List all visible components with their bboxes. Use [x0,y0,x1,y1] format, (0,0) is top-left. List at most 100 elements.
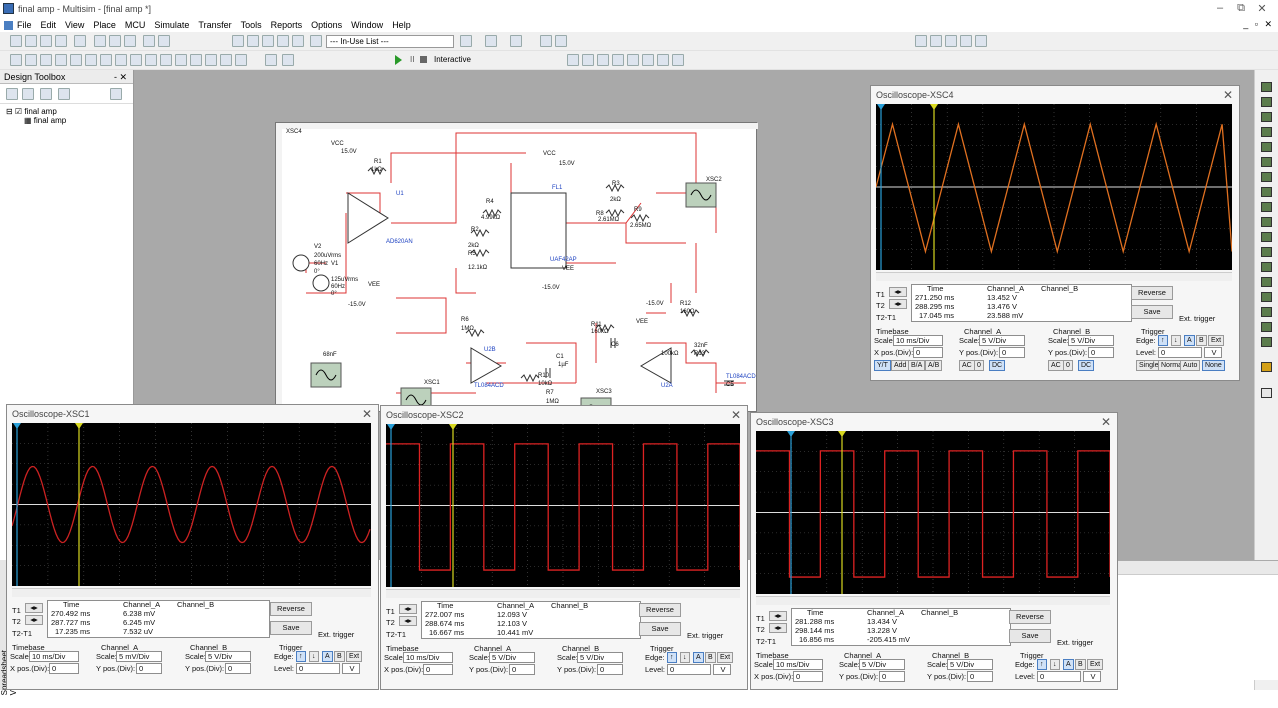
xsc4-chb-scale-field[interactable]: 5 V/Div [1068,335,1114,346]
zoom-in-icon[interactable] [915,35,927,47]
agilent-multimeter-icon[interactable] [1261,307,1272,317]
xsc2-edge-falling-button[interactable]: ↓ [680,652,690,663]
menu-file[interactable]: File [17,20,32,30]
menu-place[interactable]: Place [93,20,116,30]
zoom-fit-icon[interactable] [960,35,972,47]
network-analyzer-icon[interactable] [1261,277,1272,287]
xsc3-chb-scale-field[interactable]: 5 V/Div [947,659,993,670]
xsc4-add-button[interactable]: Add [891,360,910,371]
xsc3-level-field[interactable]: 0 [1037,671,1081,682]
pause-icon[interactable]: II [410,55,414,64]
menu-edit[interactable]: Edit [41,20,57,30]
xsc3-level-unit[interactable]: V [1083,671,1101,682]
xsc2-cursor-t2-handle[interactable] [449,424,457,430]
menu-options[interactable]: Options [311,20,342,30]
spectrum-analyzer-icon[interactable] [1261,262,1272,272]
xsc3-cha-ypos-field[interactable]: 0 [879,671,905,682]
xsc3-trigger-a-button[interactable]: A [1063,659,1074,670]
xsc4-trigger-ext-button[interactable]: Ext [1208,335,1225,346]
xsc4-cursor-t2-handle[interactable] [930,104,938,110]
place-misc-icon[interactable] [175,54,187,66]
place-wire-icon[interactable] [282,54,294,66]
menu-tools[interactable]: Tools [241,20,262,30]
xsc1-level-field[interactable]: 0 [296,663,340,674]
xsc1-cursor-t2-handle[interactable] [75,423,83,429]
place-electromech-icon[interactable] [220,54,232,66]
zoom-area-icon[interactable] [945,35,957,47]
copy-icon[interactable] [109,35,121,47]
xsc2-chb-ypos-field[interactable]: 0 [597,664,623,675]
xsc3-trigger-ext-button[interactable]: Ext [1087,659,1104,670]
xsc3-t2-arrows[interactable]: ◂▸ [769,623,787,633]
xsc2-edge-rising-button[interactable]: ↑ [667,652,677,663]
place-rf-icon[interactable] [205,54,217,66]
xsc4-cha-scale-field[interactable]: 5 V/Div [979,335,1025,346]
xsc4-level-field[interactable]: 0 [1158,347,1202,358]
xsc4-auto-button[interactable]: Auto [1180,360,1201,371]
xsc2-level-field[interactable]: 0 [667,664,711,675]
xsc4-chb-zero-button[interactable]: 0 [1063,360,1073,371]
four-channel-scope-icon[interactable] [1261,142,1272,152]
stop-icon[interactable] [420,56,427,63]
probe-settings-icon[interactable] [672,54,684,66]
xsc1-t1-arrows[interactable]: ◂▸ [25,603,43,613]
restore-icon[interactable]: ⧉ [1231,2,1251,15]
menu-help[interactable]: Help [392,20,411,30]
menu-mcu[interactable]: MCU [125,20,146,30]
xsc4-ba-button[interactable]: B/A [908,360,926,371]
xsc4-chb-ac-button[interactable]: AC [1048,360,1064,371]
xsc4-reverse-button[interactable]: Reverse [1131,286,1173,300]
frequency-counter-icon[interactable] [1261,172,1272,182]
toolbox-open-icon[interactable] [22,88,34,100]
interactive-mode-label[interactable]: Interactive [434,55,471,64]
open-icon[interactable] [25,35,37,47]
probe-current-icon[interactable] [597,54,609,66]
spreadsheet-toggle-icon[interactable] [247,35,259,47]
xsc4-screen[interactable] [876,104,1232,270]
xsc1-edge-falling-button[interactable]: ↓ [309,651,319,662]
xsc3-edge-falling-button[interactable]: ↓ [1050,659,1060,670]
oscilloscope-icon[interactable] [1261,127,1272,137]
resistor-r10[interactable] [520,373,540,383]
mdi-window-buttons[interactable]: _ ▫ ✕ [1243,19,1274,30]
forward-annotate-icon[interactable] [510,35,522,47]
oscilloscope-xsc2-window[interactable]: Oscilloscope-XSC2 ✕ T1 T2 T2-T1 ◂▸ ◂▸ Time Chann… [380,405,748,690]
xsc4-edge-falling-button[interactable]: ↓ [1171,335,1181,346]
place-indicator-icon[interactable] [145,54,157,66]
xsc3-save-button[interactable]: Save [1009,629,1051,643]
xsc1-trigger-ext-button[interactable]: Ext [346,651,363,662]
xsc1-save-button[interactable]: Save [270,621,312,635]
erc-icon[interactable] [460,35,472,47]
in-use-list-select[interactable]: --- In-Use List --- [326,35,454,48]
xsc1-chb-ypos-field[interactable]: 0 [225,663,251,674]
place-analog-icon[interactable] [70,54,82,66]
toolbox-save-icon[interactable] [40,88,52,100]
xsc4-cha-ypos-field[interactable]: 0 [999,347,1025,358]
place-mcu-icon[interactable] [115,54,127,66]
multimeter-icon[interactable] [1261,82,1272,92]
function-generator-icon[interactable] [1261,97,1272,107]
place-diode-icon[interactable] [40,54,52,66]
xsc4-t2-arrows[interactable]: ◂▸ [889,299,907,309]
xsc2-trigger-a-button[interactable]: A [693,652,704,663]
place-connector-icon[interactable] [235,54,247,66]
xsc4-none-button[interactable]: None [1202,360,1225,371]
xsc3-edge-rising-button[interactable]: ↑ [1037,659,1047,670]
place-bus-icon[interactable] [265,54,277,66]
probe-voltage-icon[interactable] [582,54,594,66]
xsc4-timebase-scale-field[interactable]: 10 ms/Div [893,335,943,346]
help-icon[interactable] [555,35,567,47]
xsc1-level-unit[interactable]: V [342,663,360,674]
paste-icon[interactable] [124,35,136,47]
postprocessor-icon[interactable] [277,35,289,47]
xsc4-cha-dc-button[interactable]: DC [989,360,1006,371]
xsc4-close-icon[interactable]: ✕ [1223,88,1233,102]
cut-icon[interactable] [94,35,106,47]
source-v2[interactable] [292,254,310,272]
xsc2-trigger-b-button[interactable]: B [705,652,716,663]
xsc4-ab-button[interactable]: A/B [925,360,943,371]
labview-icon[interactable] [1261,362,1272,372]
tektronix-scope-icon[interactable] [1261,337,1272,347]
save-icon[interactable] [40,35,52,47]
component-wizard-icon[interactable] [310,35,322,47]
